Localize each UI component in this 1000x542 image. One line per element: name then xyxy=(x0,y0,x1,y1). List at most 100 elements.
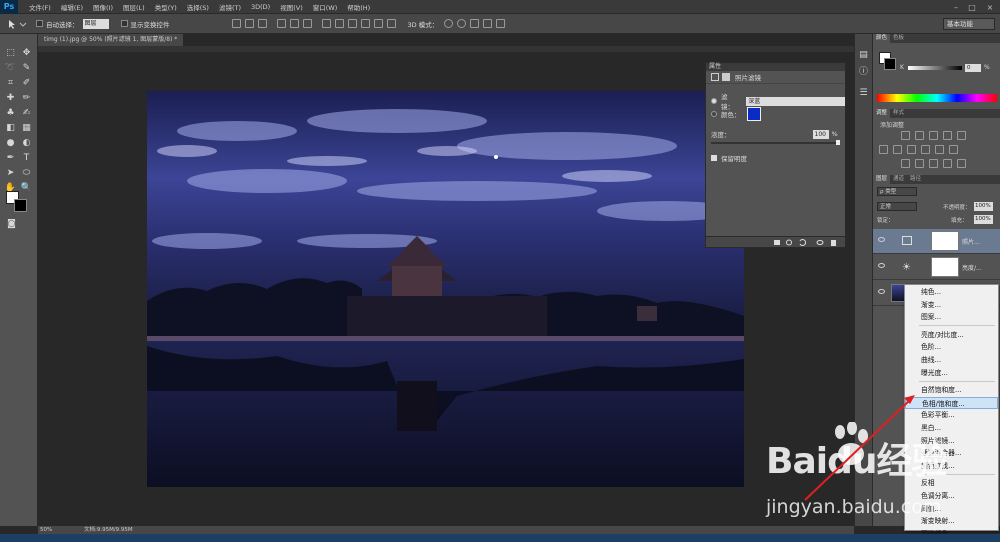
zoom-tool-icon[interactable]: 🔍 xyxy=(20,181,33,194)
brightness-adj-icon[interactable] xyxy=(901,131,910,140)
3d-slide-icon[interactable] xyxy=(483,19,493,28)
3d-rotate-icon[interactable] xyxy=(444,19,454,28)
hue-sat-adj-icon[interactable] xyxy=(879,145,888,154)
color-balance-adj-icon[interactable] xyxy=(893,145,902,154)
eyedropper-tool-icon[interactable]: ✐ xyxy=(20,76,33,89)
quick-mask-icon[interactable]: ◙ xyxy=(5,217,18,230)
brush-tool-icon[interactable]: ✏ xyxy=(20,91,33,104)
menu-edit[interactable]: 编辑(E) xyxy=(56,2,88,12)
density-input[interactable]: 100 xyxy=(812,129,829,139)
menu-select[interactable]: 选择(S) xyxy=(182,2,214,12)
crop-tool-icon[interactable]: ⌗ xyxy=(4,76,17,89)
menu-item[interactable]: 通道混合器... xyxy=(905,447,998,459)
layer-name[interactable]: 亮度/... xyxy=(962,263,982,272)
menu-3d[interactable]: 3D(D) xyxy=(246,3,275,11)
distribute-left-icon[interactable] xyxy=(360,19,370,28)
visibility-eye-icon[interactable] xyxy=(878,237,885,242)
auto-select-checkbox[interactable] xyxy=(36,20,43,27)
opacity-input[interactable]: 100% xyxy=(974,202,993,211)
spot-heal-tool-icon[interactable]: ✚ xyxy=(4,91,17,104)
align-top-icon[interactable] xyxy=(231,19,241,28)
tab-paths[interactable]: 路径 xyxy=(907,175,924,184)
layer-mask-thumbnail[interactable] xyxy=(931,257,959,277)
quick-select-tool-icon[interactable]: ✎ xyxy=(20,61,33,74)
3d-drag-icon[interactable] xyxy=(470,19,480,28)
move-tool-icon[interactable]: ✥ xyxy=(20,46,33,59)
layer-mask-thumbnail[interactable] xyxy=(931,231,959,251)
density-slider-thumb[interactable] xyxy=(836,140,840,145)
gradient-tool-icon[interactable]: ▦ xyxy=(20,121,33,134)
shape-tool-icon[interactable]: ⬭ xyxy=(20,166,33,179)
black-white-adj-icon[interactable] xyxy=(907,145,916,154)
menu-help[interactable]: 帮助(H) xyxy=(342,2,375,12)
eraser-tool-icon[interactable]: ◧ xyxy=(4,121,17,134)
color-bg-swatch[interactable] xyxy=(884,58,896,70)
menu-item[interactable]: 曲线... xyxy=(905,354,998,366)
menu-item[interactable]: 色调分离... xyxy=(905,490,998,502)
curves-adj-icon[interactable] xyxy=(929,131,938,140)
menu-item[interactable]: 渐变映射... xyxy=(905,515,998,527)
invert-adj-icon[interactable] xyxy=(901,159,910,168)
align-bottom-icon[interactable] xyxy=(257,19,267,28)
menu-window[interactable]: 窗口(W) xyxy=(308,2,343,12)
menu-view[interactable]: 视图(V) xyxy=(275,2,308,12)
marquee-tool-icon[interactable]: ⬚ xyxy=(4,46,17,59)
layer-row[interactable]: 照片... xyxy=(873,229,1000,254)
posterize-adj-icon[interactable] xyxy=(915,159,924,168)
fill-input[interactable]: 100% xyxy=(974,215,993,224)
blend-mode-dropdown[interactable]: 正常 xyxy=(877,202,917,211)
move-tool-preset-icon[interactable] xyxy=(6,17,28,31)
tab-adjustments[interactable]: 调整 xyxy=(873,109,891,118)
menu-item[interactable]: 颜色查找... xyxy=(905,460,998,472)
doc-size[interactable]: 文档:9.95M/9.95M xyxy=(84,527,133,533)
menu-item[interactable]: 渐变... xyxy=(905,299,998,311)
menu-item[interactable]: 纯色... xyxy=(905,286,998,298)
menu-item[interactable]: 亮度/对比度... xyxy=(905,329,998,341)
menu-item[interactable]: 色彩平衡... xyxy=(905,409,998,421)
close-button[interactable]: × xyxy=(982,0,998,14)
visibility-eye-icon[interactable] xyxy=(878,289,885,294)
tab-styles[interactable]: 样式 xyxy=(890,109,907,118)
color-radio[interactable] xyxy=(711,111,717,117)
filter-color-swatch[interactable] xyxy=(746,107,761,121)
menu-item[interactable]: 曝光度... xyxy=(905,367,998,379)
tab-channels[interactable]: 通道 xyxy=(890,175,907,184)
canvas-image[interactable] xyxy=(147,91,744,487)
menu-item[interactable]: 自然饱和度... xyxy=(905,384,998,396)
tab-layers[interactable]: 图层 xyxy=(873,175,891,184)
preserve-checkbox[interactable] xyxy=(711,155,717,161)
gradient-map-adj-icon[interactable] xyxy=(943,159,952,168)
properties-title[interactable]: 属性 xyxy=(706,63,845,71)
workspace-dropdown[interactable]: 基本功能 xyxy=(943,18,995,30)
align-hcenter-icon[interactable] xyxy=(289,19,299,28)
tab-swatches[interactable]: 色板 xyxy=(890,34,907,43)
levels-adj-icon[interactable] xyxy=(915,131,924,140)
distribute-right-icon[interactable] xyxy=(386,19,396,28)
channel-mixer-adj-icon[interactable] xyxy=(935,145,944,154)
menu-item[interactable]: 图案... xyxy=(905,311,998,323)
menu-item[interactable]: 黑白... xyxy=(905,422,998,434)
tab-color[interactable]: 颜色 xyxy=(873,34,891,43)
history-brush-tool-icon[interactable]: ✍ xyxy=(20,106,33,119)
lasso-tool-icon[interactable]: ➰ xyxy=(4,61,17,74)
menu-item[interactable]: 阈值... xyxy=(905,503,998,515)
3d-roll-icon[interactable] xyxy=(457,19,467,28)
align-vcenter-icon[interactable] xyxy=(244,19,254,28)
k-slider[interactable] xyxy=(908,66,962,70)
path-select-tool-icon[interactable]: ➤ xyxy=(4,166,17,179)
maximize-button[interactable]: □ xyxy=(964,0,980,14)
density-slider[interactable] xyxy=(711,142,839,144)
layer-row[interactable]: ☀ 亮度/... xyxy=(873,255,1000,280)
menu-file[interactable]: 文件(F) xyxy=(24,2,56,12)
menu-filter[interactable]: 滤镜(T) xyxy=(214,2,246,12)
exposure-adj-icon[interactable] xyxy=(943,131,952,140)
color-spectrum-bar[interactable] xyxy=(877,94,997,102)
document-tab[interactable]: timg (1).jpg @ 50% (照片滤镜 1, 图层蒙版/8) * xyxy=(38,34,184,46)
blur-tool-icon[interactable]: ● xyxy=(4,136,17,149)
layer-name[interactable]: 照片... xyxy=(962,237,980,246)
k-value-input[interactable]: 0 xyxy=(965,64,981,72)
distribute-hcenter-icon[interactable] xyxy=(373,19,383,28)
menu-layer[interactable]: 图层(L) xyxy=(118,2,150,12)
distribute-top-icon[interactable] xyxy=(321,19,331,28)
menu-type[interactable]: 类型(Y) xyxy=(150,2,182,12)
